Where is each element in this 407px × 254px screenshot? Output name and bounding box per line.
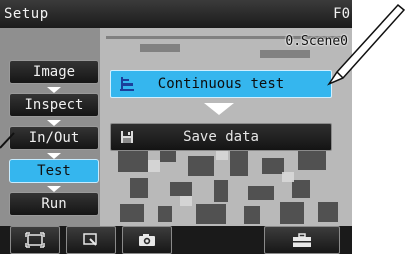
flow-arrow-icon	[204, 103, 234, 115]
device-screen: Setup F0 0.Scene0 Image Inspect In/Out T…	[0, 0, 352, 254]
menu-inspect-button[interactable]: Inspect	[9, 93, 99, 117]
menu-image-button[interactable]: Image	[9, 60, 99, 84]
tools-icon	[293, 233, 311, 247]
function-code: F0	[333, 6, 350, 22]
menu-run-button[interactable]: Run	[9, 192, 99, 216]
menu-test-button[interactable]: Test	[9, 159, 99, 183]
zoom-icon	[83, 233, 97, 246]
scene-label[interactable]: 0.Scene0	[285, 34, 348, 49]
title-bar: Setup F0	[0, 0, 352, 28]
save-data-label: Save data	[183, 129, 259, 145]
save-data-button[interactable]: Save data	[110, 123, 332, 151]
continuous-test-label: Continuous test	[157, 76, 285, 92]
tools-button[interactable]	[264, 226, 340, 254]
capture-button[interactable]	[122, 226, 172, 254]
fit-frame-button[interactable]	[10, 226, 60, 254]
continuous-test-button[interactable]: Continuous test	[110, 70, 332, 98]
zoom-button[interactable]	[66, 226, 116, 254]
screen-title: Setup	[4, 6, 49, 22]
menu-inout-button[interactable]: In/Out	[9, 126, 99, 150]
fit-frame-icon	[25, 232, 45, 248]
camera-icon	[139, 234, 155, 246]
